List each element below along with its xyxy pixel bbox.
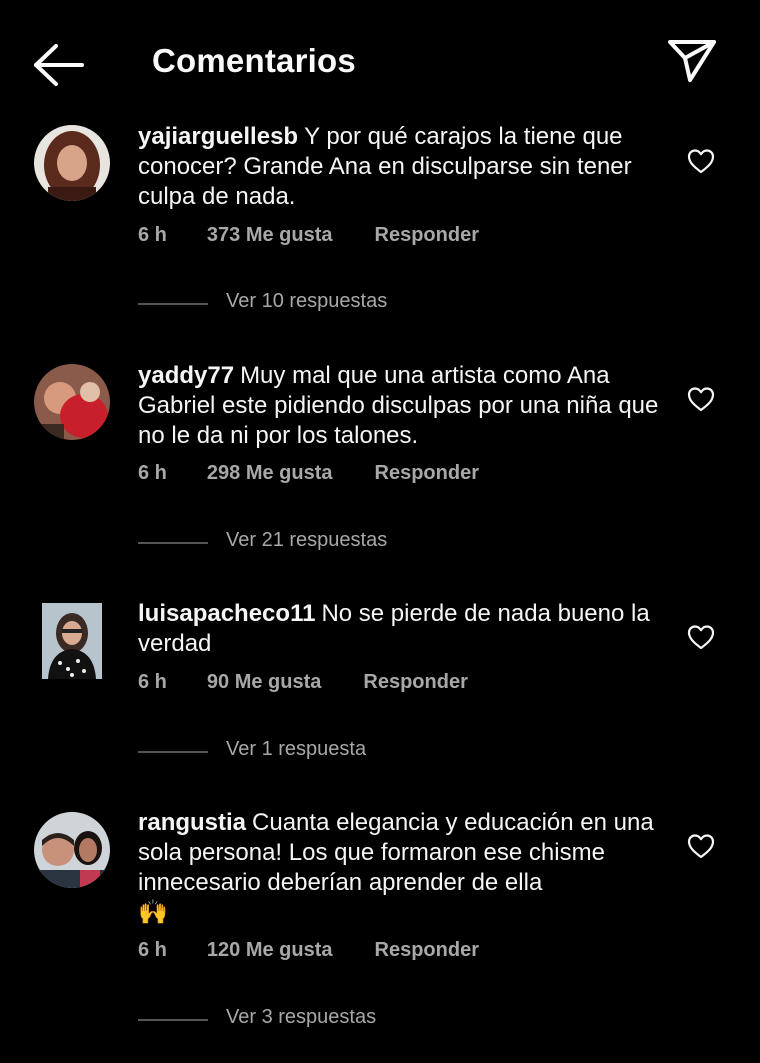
comment-time: 6 h [138,671,167,693]
reply-button[interactable]: Responder [375,462,479,485]
replies-divider [138,751,208,753]
replies-divider [138,1019,208,1021]
avatar[interactable] [34,364,110,440]
avatar[interactable] [34,125,110,201]
reply-button[interactable]: Responder [363,671,467,694]
avatar[interactable] [34,812,110,888]
arrow-left-icon [34,44,84,86]
paper-plane-icon [668,40,716,82]
comment-meta: 6 h 298 Me gusta Responder [138,462,479,485]
header-bar: Comentarios [0,0,760,124]
replies-divider [138,303,208,305]
avatar-image [34,364,110,440]
heart-icon [687,834,715,859]
avatar-image [34,812,110,888]
like-button[interactable] [686,623,716,651]
comment-likes[interactable]: 90 Me gusta [207,671,321,694]
view-replies-label: Ver 21 respuestas [226,529,388,551]
heart-icon [687,149,715,174]
comment-time: 6 h [138,224,167,246]
comment-text-block: rangustia Cuanta elegancia y educación en… [138,808,668,928]
like-button[interactable] [686,147,716,175]
view-replies-label: Ver 10 respuestas [226,290,388,312]
comment-username[interactable]: rangustia [138,809,246,836]
comment-text-block: luisapacheco11 No se pierde de nada bueno… [138,599,668,659]
comment-text-block: yajiarguellesb Y por qué carajos la tiene… [138,122,668,212]
comment-meta: 6 h 373 Me gusta Responder [138,224,479,247]
comment-text-block: yaddy77 Muy mal que una artista como Ana … [138,361,668,451]
reply-button[interactable]: Responder [375,224,479,247]
comment-meta: 6 h 90 Me gusta Responder [138,671,468,694]
like-button[interactable] [686,385,716,413]
view-replies-label: Ver 3 respuestas [226,1006,377,1028]
heart-icon [687,387,715,412]
share-button[interactable] [664,36,720,86]
comment-likes[interactable]: 298 Me gusta [207,462,333,485]
comment-time: 6 h [138,462,167,484]
comment-likes[interactable]: 373 Me gusta [207,224,333,247]
avatar[interactable] [42,603,102,679]
view-replies-label: Ver 1 respuesta [226,738,367,760]
comment-likes[interactable]: 120 Me gusta [207,939,333,962]
avatar-image [42,603,102,679]
raised-hands-emoji: 🙌 [138,899,168,926]
comment-username[interactable]: yaddy77 [138,362,234,389]
reply-button[interactable]: Responder [375,939,479,962]
comment-username[interactable]: luisapacheco11 [138,600,315,627]
avatar-image [34,125,110,201]
back-button[interactable] [30,40,88,90]
comment-meta: 6 h 120 Me gusta Responder [138,939,479,962]
page-title: Comentarios [152,42,356,79]
like-button[interactable] [686,832,716,860]
comment-username[interactable]: yajiarguellesb [138,123,298,150]
heart-icon [687,625,715,650]
replies-divider [138,542,208,544]
comment-time: 6 h [138,939,167,961]
